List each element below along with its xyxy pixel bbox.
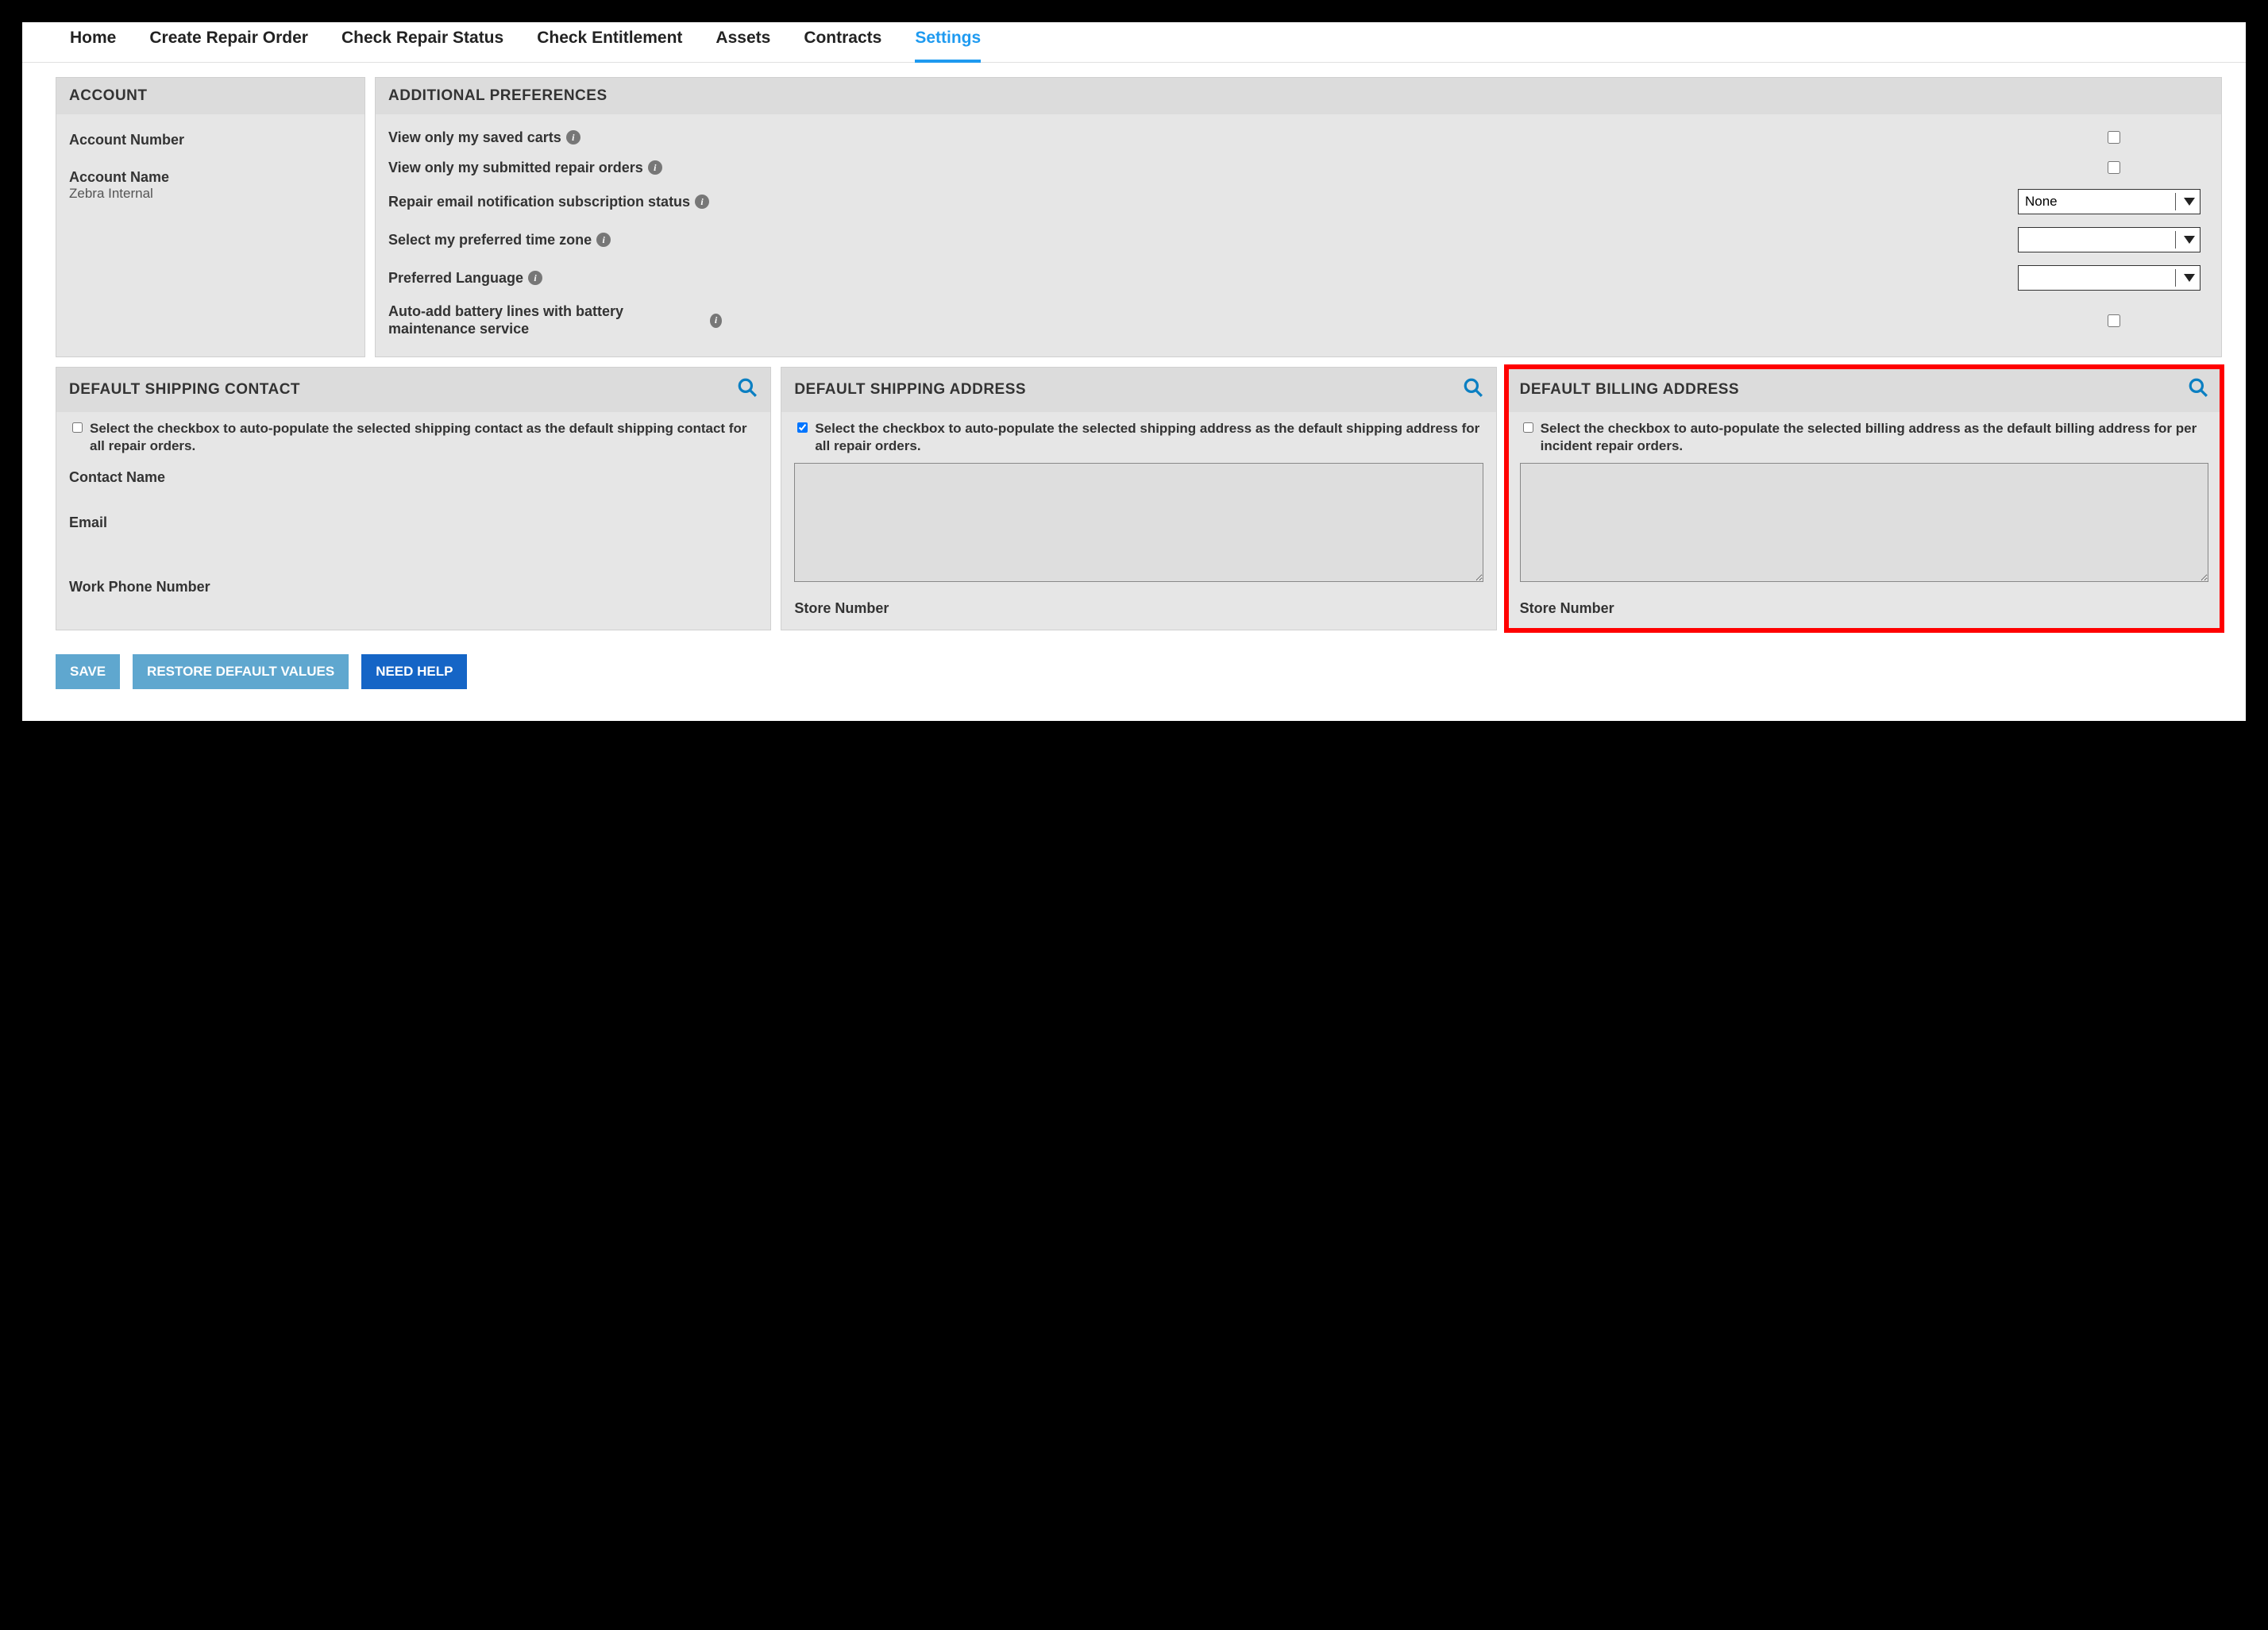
restore-defaults-button[interactable]: RESTORE DEFAULT VALUES [133,654,349,689]
shipping-store-number-label: Store Number [794,600,1483,617]
pref-email-sub-label: Repair email notification subscription s… [388,194,690,210]
pref-submitted-orders-label: View only my submitted repair orders [388,160,643,176]
billing-address-checkbox-label: Select the checkbox to auto-populate the… [1541,420,2208,455]
pref-email-sub-select[interactable]: None [2018,189,2200,214]
chevron-down-icon [2184,198,2195,206]
pref-email-sub-value: None [2025,194,2058,210]
billing-address-textarea[interactable] [1520,463,2208,582]
preferences-panel: ADDITIONAL PREFERENCES View only my save… [375,77,2222,357]
contact-name-label: Contact Name [69,469,758,486]
account-number-label: Account Number [69,132,352,148]
info-icon[interactable]: i [528,271,542,285]
nav-assets[interactable]: Assets [716,29,770,54]
email-label: Email [69,514,758,531]
pref-timezone-select[interactable] [2018,227,2200,252]
pref-submitted-orders-checkbox[interactable] [2108,161,2120,174]
search-icon[interactable] [2188,377,2208,403]
need-help-button[interactable]: NEED HELP [361,654,467,689]
nav-check-repair-status[interactable]: Check Repair Status [341,29,503,54]
shipping-contact-title: DEFAULT SHIPPING CONTACT [69,381,300,399]
pref-timezone-label: Select my preferred time zone [388,232,592,249]
info-icon[interactable]: i [710,314,722,328]
shipping-address-title: DEFAULT SHIPPING ADDRESS [794,381,1026,399]
billing-store-number-label: Store Number [1520,600,2208,617]
account-name-value: Zebra Internal [69,186,352,202]
preferences-header: ADDITIONAL PREFERENCES [376,78,2221,114]
info-icon[interactable]: i [566,130,580,145]
search-icon[interactable] [1463,377,1483,403]
nav-create-repair-order[interactable]: Create Repair Order [149,29,308,54]
shipping-address-textarea[interactable] [794,463,1483,582]
shipping-address-panel: DEFAULT SHIPPING ADDRESS Select the chec… [781,367,1496,630]
pref-saved-carts-checkbox[interactable] [2108,131,2120,144]
app-container: Home Create Repair Order Check Repair St… [22,22,2246,721]
shipping-contact-panel: DEFAULT SHIPPING CONTACT Select the chec… [56,367,771,630]
nav-contracts[interactable]: Contracts [804,29,881,54]
shipping-contact-auto-checkbox[interactable] [72,422,83,433]
nav-check-entitlement[interactable]: Check Entitlement [537,29,682,54]
chevron-down-icon [2184,274,2195,282]
info-icon[interactable]: i [648,160,662,175]
nav-settings[interactable]: Settings [915,29,981,63]
pref-language-select[interactable] [2018,265,2200,291]
chevron-down-icon [2184,236,2195,244]
shipping-address-auto-checkbox[interactable] [797,422,808,433]
billing-address-title: DEFAULT BILLING ADDRESS [1520,381,1739,399]
account-panel: ACCOUNT Account Number Account Name Zebr… [56,77,365,357]
save-button[interactable]: SAVE [56,654,120,689]
billing-address-auto-checkbox[interactable] [1523,422,1533,433]
shipping-contact-checkbox-label: Select the checkbox to auto-populate the… [90,420,758,455]
nav-home[interactable]: Home [70,29,116,54]
phone-label: Work Phone Number [69,579,758,595]
pref-language-label: Preferred Language [388,270,523,287]
pref-saved-carts-label: View only my saved carts [388,129,561,146]
top-nav: Home Create Repair Order Check Repair St… [22,29,2246,63]
shipping-address-checkbox-label: Select the checkbox to auto-populate the… [815,420,1483,455]
pref-battery-checkbox[interactable] [2108,314,2120,327]
search-icon[interactable] [737,377,758,403]
info-icon[interactable]: i [695,195,709,209]
account-header: ACCOUNT [56,78,364,114]
info-icon[interactable]: i [596,233,611,247]
pref-battery-label: Auto-add battery lines with battery main… [388,303,705,337]
billing-address-panel: DEFAULT BILLING ADDRESS Select the check… [1506,367,2222,630]
account-name-label: Account Name [69,169,352,186]
